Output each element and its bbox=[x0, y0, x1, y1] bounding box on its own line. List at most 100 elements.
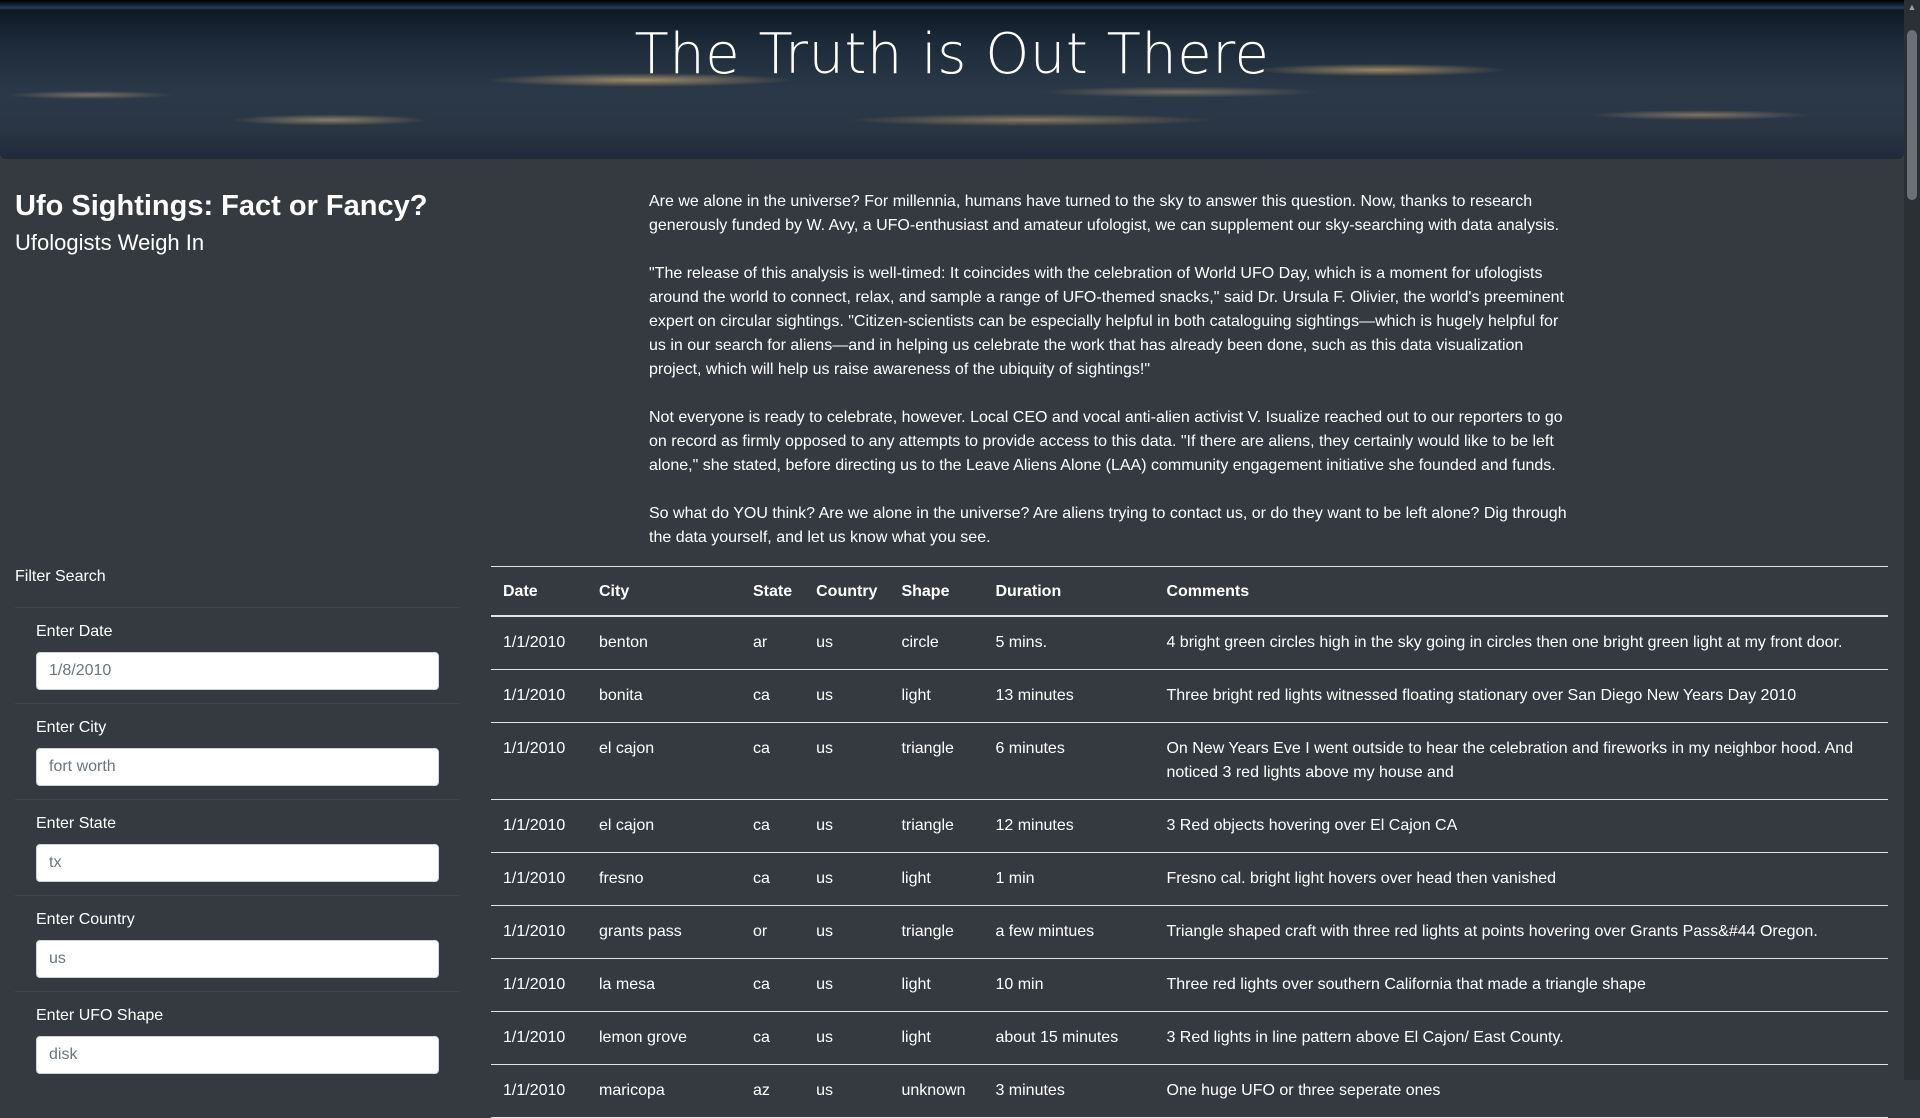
cell-state: ca bbox=[741, 722, 805, 800]
cell-comments: 3 Red lights in line pattern above El Ca… bbox=[1154, 1011, 1888, 1065]
cell-country: us bbox=[804, 722, 890, 800]
hero-banner: The Truth is Out There bbox=[0, 0, 1904, 159]
cell-state: ca bbox=[741, 958, 805, 1012]
cell-state: ca bbox=[741, 1011, 805, 1065]
cell-state: ca bbox=[741, 852, 805, 906]
cell-date: 1/1/2010 bbox=[491, 1011, 587, 1065]
cell-duration: 5 mins. bbox=[983, 616, 1155, 670]
cell-city: el cajon bbox=[587, 722, 741, 800]
table-row: 1/1/2010 lemon grove ca us light about 1… bbox=[491, 1011, 1888, 1065]
cell-city: fresno bbox=[587, 852, 741, 906]
cell-date: 1/1/2010 bbox=[491, 799, 587, 853]
page-scrollbar[interactable]: ▲ bbox=[1904, 0, 1920, 1080]
cell-comments: 3 Red objects hovering over El Cajon CA bbox=[1154, 799, 1888, 853]
cell-duration: 1 min bbox=[983, 852, 1155, 906]
filter-state-label: Enter State bbox=[36, 815, 117, 832]
cell-state: ca bbox=[741, 799, 805, 853]
cell-duration: about 15 minutes bbox=[983, 1011, 1155, 1065]
cell-shape: light bbox=[889, 958, 984, 1012]
table-row: 1/1/2010 el cajon ca us triangle 6 minut… bbox=[491, 722, 1888, 800]
cell-country: us bbox=[804, 958, 890, 1012]
table-row: 1/1/2010 el cajon ca us triangle 12 minu… bbox=[491, 799, 1888, 853]
cell-country: us bbox=[804, 1011, 890, 1065]
filter-date-label: Enter Date bbox=[36, 623, 113, 640]
article-paragraph: Are we alone in the universe? For millen… bbox=[649, 193, 1560, 234]
cell-comments: One huge UFO or three seperate ones bbox=[1154, 1064, 1888, 1118]
cell-shape: triangle bbox=[889, 722, 984, 800]
article-paragraph: "The release of this analysis is well-ti… bbox=[649, 265, 1564, 378]
cell-shape: light bbox=[889, 852, 984, 906]
cell-duration: 6 minutes bbox=[983, 722, 1155, 800]
cell-date: 1/1/2010 bbox=[491, 958, 587, 1012]
page-subtitle: Ufologists Weigh In bbox=[15, 230, 205, 255]
cell-shape: triangle bbox=[889, 905, 984, 959]
cell-date: 1/1/2010 bbox=[491, 1064, 587, 1118]
ufo-table-container: Date City State Country Shape Duration C… bbox=[491, 566, 1888, 1118]
cell-date: 1/1/2010 bbox=[491, 722, 587, 800]
cell-comments: On New Years Eve I went outside to hear … bbox=[1154, 722, 1888, 800]
cell-state: ar bbox=[741, 616, 805, 670]
cell-duration: 10 min bbox=[983, 958, 1155, 1012]
cell-country: us bbox=[804, 799, 890, 853]
cell-duration: a few mintues bbox=[983, 905, 1155, 959]
column-header-date: Date bbox=[491, 566, 587, 617]
cell-city: maricopa bbox=[587, 1064, 741, 1118]
article-paragraph: Not everyone is ready to celebrate, howe… bbox=[649, 409, 1563, 474]
cell-country: us bbox=[804, 1064, 890, 1118]
page-title: Ufo Sightings: Fact or Fancy? bbox=[15, 190, 428, 222]
cell-comments: 4 bright green circles high in the sky g… bbox=[1154, 616, 1888, 670]
column-header-city: City bbox=[587, 566, 741, 617]
table-body: 1/1/2010 benton ar us circle 5 mins. 4 b… bbox=[491, 616, 1888, 1118]
article-body: Are we alone in the universe? For millen… bbox=[649, 190, 1569, 574]
cell-shape: unknown bbox=[889, 1064, 984, 1118]
table-row: 1/1/2010 bonita ca us light 13 minutes T… bbox=[491, 669, 1888, 723]
date-input[interactable] bbox=[36, 652, 439, 690]
cell-state: or bbox=[741, 905, 805, 959]
cell-city: el cajon bbox=[587, 799, 741, 853]
column-header-state: State bbox=[741, 566, 805, 617]
cell-state: ca bbox=[741, 669, 805, 723]
ufo-table: Date City State Country Shape Duration C… bbox=[491, 566, 1888, 1118]
cell-shape: triangle bbox=[889, 799, 984, 853]
cell-date: 1/1/2010 bbox=[491, 852, 587, 906]
table-row: 1/1/2010 fresno ca us light 1 min Fresno… bbox=[491, 852, 1888, 906]
table-row: 1/1/2010 grants pass or us triangle a fe… bbox=[491, 905, 1888, 959]
cell-shape: circle bbox=[889, 616, 984, 670]
cell-country: us bbox=[804, 852, 890, 906]
table-row: 1/1/2010 la mesa ca us light 10 min Thre… bbox=[491, 958, 1888, 1012]
earth-horizon-image bbox=[0, 0, 1904, 10]
cell-date: 1/1/2010 bbox=[491, 669, 587, 723]
city-input[interactable] bbox=[36, 748, 439, 786]
filter-date: Enter Date bbox=[15, 607, 460, 703]
filter-country-label: Enter Country bbox=[36, 911, 135, 928]
state-input[interactable] bbox=[36, 844, 439, 882]
filter-search-title: Filter Search bbox=[15, 568, 106, 585]
filter-city: Enter City bbox=[15, 703, 460, 799]
table-row: 1/1/2010 benton ar us circle 5 mins. 4 b… bbox=[491, 616, 1888, 670]
scrollbar-thumb[interactable] bbox=[1907, 30, 1917, 200]
filter-city-label: Enter City bbox=[36, 719, 107, 736]
cell-comments: Fresno cal. bright light hovers over hea… bbox=[1154, 852, 1888, 906]
column-header-country: Country bbox=[804, 566, 890, 617]
table-row: 1/1/2010 maricopa az us unknown 3 minute… bbox=[491, 1064, 1888, 1118]
country-input[interactable] bbox=[36, 940, 439, 978]
cell-city: benton bbox=[587, 616, 741, 670]
shape-input[interactable] bbox=[36, 1036, 439, 1074]
cell-city: bonita bbox=[587, 669, 741, 723]
cell-state: az bbox=[741, 1064, 805, 1118]
cell-duration: 3 minutes bbox=[983, 1064, 1155, 1118]
hero-title: The Truth is Out There bbox=[634, 22, 1270, 87]
filter-shape: Enter UFO Shape bbox=[15, 991, 460, 1087]
filter-shape-label: Enter UFO Shape bbox=[36, 1007, 164, 1024]
column-header-duration: Duration bbox=[983, 566, 1155, 617]
scroll-up-arrow-icon[interactable]: ▲ bbox=[1904, 0, 1920, 14]
table-header-row: Date City State Country Shape Duration C… bbox=[491, 566, 1888, 617]
column-header-comments: Comments bbox=[1154, 566, 1888, 617]
filter-country: Enter Country bbox=[15, 895, 460, 991]
filter-panel: Enter Date Enter City Enter State Enter … bbox=[15, 607, 460, 1087]
cell-city: grants pass bbox=[587, 905, 741, 959]
cell-country: us bbox=[804, 669, 890, 723]
cell-comments: Three bright red lights witnessed floati… bbox=[1154, 669, 1888, 723]
filter-state: Enter State bbox=[15, 799, 460, 895]
cell-city: la mesa bbox=[587, 958, 741, 1012]
